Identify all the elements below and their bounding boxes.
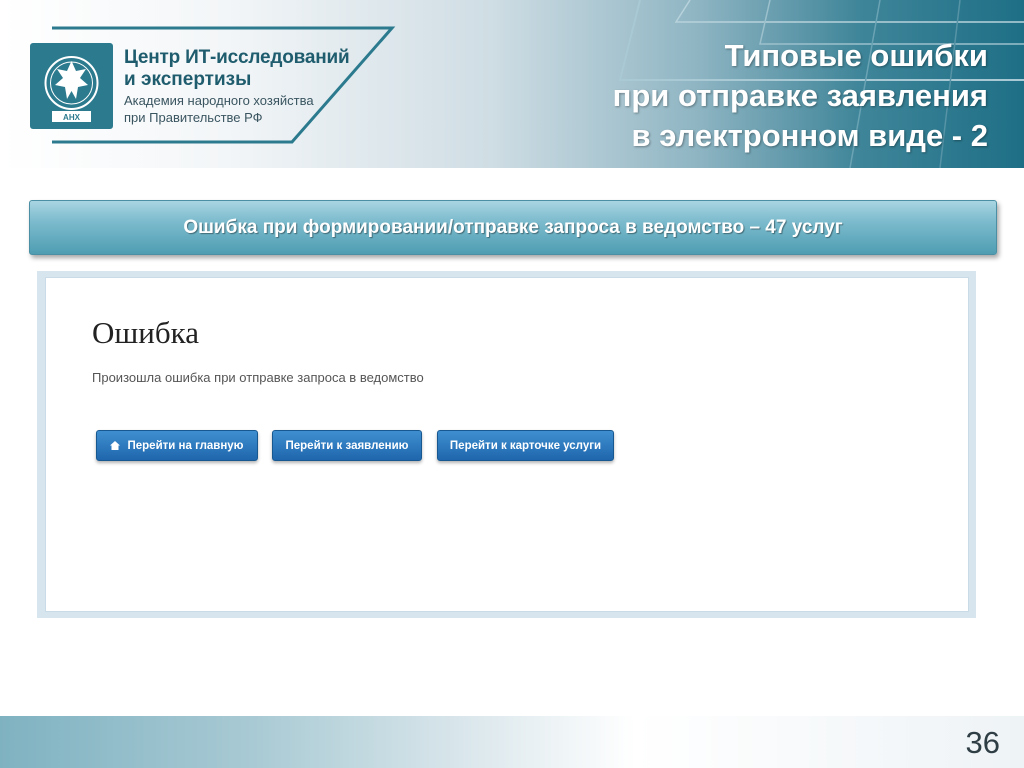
slide-footer: 36 [0, 716, 1024, 768]
org-name-line2: и экспертизы [124, 69, 252, 90]
go-to-service-card-button[interactable]: Перейти к карточке услуги [437, 430, 614, 461]
go-to-application-button[interactable]: Перейти к заявлению [272, 430, 422, 461]
error-page-panel: Ошибка Произошла ошибка при отправке зап… [45, 277, 969, 612]
slide-header: АНХ Центр ИТ-исследований и экспертизы А… [0, 0, 1024, 168]
go-to-application-label: Перейти к заявлению [285, 439, 409, 452]
error-category-banner: Ошибка при формировании/отправке запроса… [29, 200, 997, 255]
org-subtitle-line2: при Правительстве РФ [124, 110, 263, 125]
slide-title-line3: в электронном виде - 2 [631, 118, 988, 153]
logo-text: АНХ [63, 113, 81, 122]
org-name-line1: Центр ИТ-исследований [124, 47, 350, 68]
error-message: Произошла ошибка при отправке запроса в … [92, 370, 424, 385]
slide-title-line1: Типовые ошибки [724, 38, 988, 73]
go-home-label: Перейти на главную [127, 439, 244, 452]
org-subtitle-line1: Академия народного хозяйства [124, 93, 314, 108]
academy-emblem-logo: АНХ [30, 43, 113, 129]
error-page-title: Ошибка [92, 315, 199, 350]
page-number: 36 [965, 725, 1000, 760]
portal-screenshot-frame: Ошибка Произошла ошибка при отправке зап… [37, 271, 976, 618]
slide-title: Типовые ошибки при отправке заявления в … [468, 36, 988, 156]
go-to-service-card-label: Перейти к карточке услуги [449, 439, 602, 452]
banner-text: Ошибка при формировании/отправке запроса… [183, 216, 843, 238]
go-home-button[interactable]: Перейти на главную [96, 430, 258, 461]
slide-title-line2: при отправке заявления [612, 78, 988, 113]
emblem-icon: АНХ [44, 56, 99, 122]
home-icon [110, 441, 121, 450]
